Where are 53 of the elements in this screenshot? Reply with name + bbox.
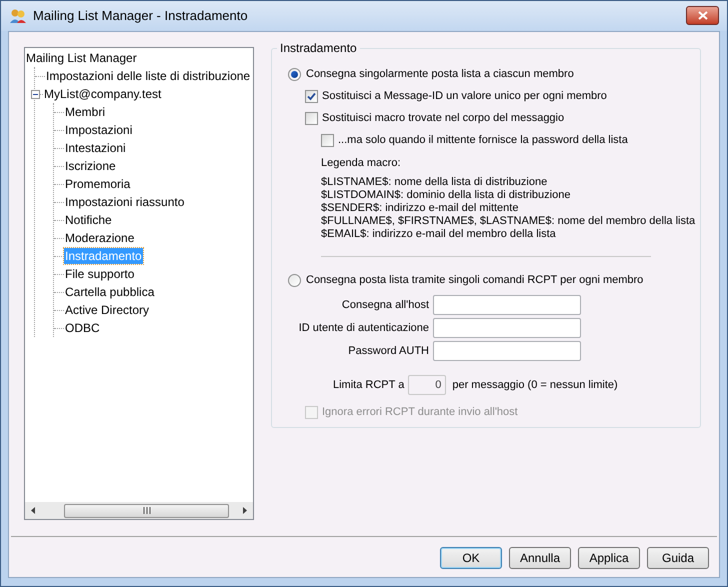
checkbox-label: ...ma solo quando il mittente fornisce la password della lista xyxy=(338,132,628,148)
scroll-thumb[interactable] xyxy=(64,504,229,518)
input-field[interactable] xyxy=(433,295,581,315)
tree-item[interactable]: Impostazioni xyxy=(64,122,134,138)
grip-icon xyxy=(142,507,150,514)
macro-description: $LISTDOMAIN$: dominio della lista di distribuzione xyxy=(321,189,572,202)
macro-description: $EMAIL$: indirizzo e-mail del membro della lista xyxy=(321,228,557,241)
field-label: Consegna all'host xyxy=(340,298,430,313)
checkbox[interactable] xyxy=(305,90,318,102)
checkbox-label: Sostituisci macro trovate nel corpo del messaggio xyxy=(322,110,564,126)
tree-item[interactable]: MyList@company.test xyxy=(43,86,162,102)
dialog-button[interactable]: Guida xyxy=(647,547,709,569)
checkbox-label: Sostituisci a Message-ID un valore unico per ogni membro xyxy=(322,88,607,104)
checkbox[interactable] xyxy=(321,134,334,146)
group-title: Instradamento xyxy=(277,41,360,55)
legend-title: Legenda macro: xyxy=(321,156,402,171)
field-label: Limita RCPT a xyxy=(333,378,406,393)
dialog-button[interactable]: Annulla xyxy=(509,547,571,569)
radio-label: Consegna posta lista tramite singoli comandi RCPT per ogni membro xyxy=(306,272,644,288)
macro-description: $SENDER$: indirizzo e-mail del mittente xyxy=(321,202,520,215)
macro-description: $LISTNAME$: nome della lista di distribuzione xyxy=(321,176,548,189)
people-icon xyxy=(9,8,27,24)
tree-item[interactable]: Notifiche xyxy=(64,212,113,228)
tree-item[interactable]: Mailing List Manager xyxy=(25,50,138,66)
macro-description: $FULLNAME$, $FIRSTNAME$, $LASTNAME$: nome del membro della lista xyxy=(321,215,696,228)
tree-item[interactable]: Promemoria xyxy=(64,176,132,192)
tree-item[interactable]: Impostazioni riassunto xyxy=(64,194,186,210)
field-label: Password AUTH xyxy=(347,344,430,359)
horizontal-scrollbar[interactable] xyxy=(25,502,253,519)
tree-item[interactable]: Membri xyxy=(64,104,106,120)
checkbox-label: Ignora errori RCPT durante invio all'host xyxy=(322,404,518,420)
dialog-button[interactable]: OK xyxy=(440,547,502,569)
tree-item[interactable]: Cartella pubblica xyxy=(64,284,156,300)
checkbox[interactable] xyxy=(305,112,318,124)
tree-item[interactable]: Active Directory xyxy=(64,302,150,318)
dialog-button[interactable]: Applica xyxy=(578,547,640,569)
collapse-icon[interactable] xyxy=(31,90,40,98)
field-suffix: per messaggio (0 = nessun limite) xyxy=(451,378,618,393)
radio-label: Consegna singolarmente posta lista a ciascun membro xyxy=(306,66,574,82)
field-label: ID utente di autenticazione xyxy=(298,320,430,336)
window-title: Mailing List Manager - Instradamento xyxy=(33,7,248,26)
input-field[interactable] xyxy=(433,318,581,338)
radio-button[interactable] xyxy=(288,274,301,286)
radio-button[interactable] xyxy=(288,68,301,80)
tree-item[interactable]: Intestazioni xyxy=(64,140,127,156)
close-icon xyxy=(698,10,708,20)
tree-item[interactable]: Impostazioni delle liste di distribuzione xyxy=(45,68,252,84)
close-button[interactable] xyxy=(686,6,719,24)
input-field[interactable] xyxy=(433,341,581,361)
tree-item[interactable]: Iscrizione xyxy=(64,158,117,174)
tree-item[interactable]: File supporto xyxy=(64,266,136,282)
tree-item[interactable]: ODBC xyxy=(64,320,101,336)
tree-item[interactable]: Moderazione xyxy=(64,230,136,246)
